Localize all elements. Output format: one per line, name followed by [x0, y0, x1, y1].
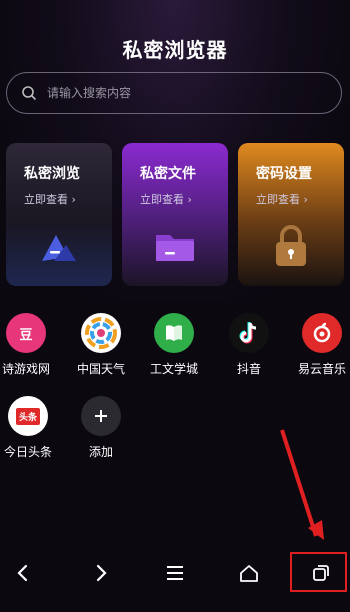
card-password-settings[interactable]: 密码设置 立即查看 ›: [238, 143, 344, 286]
card-link: 立即查看 ›: [24, 193, 76, 206]
shortcut-literature[interactable]: 工文学城: [134, 313, 214, 377]
add-icon: [81, 396, 121, 436]
home-icon: [240, 565, 258, 582]
highlight-box: [290, 552, 347, 592]
card-private-files[interactable]: 私密文件 立即查看 ›: [122, 143, 228, 286]
shortcut-douyin[interactable]: 抖音: [209, 313, 289, 377]
card-title: 密码设置: [256, 166, 312, 182]
shortcut-add[interactable]: 添加: [61, 396, 141, 460]
shortcut-weather[interactable]: 中国天气: [61, 313, 141, 377]
app-title: 私密浏览器: [112, 32, 232, 63]
book-icon: [154, 313, 194, 353]
home-button[interactable]: [234, 558, 264, 588]
shortcut-netease-music[interactable]: 易云音乐: [282, 313, 350, 377]
chevron-right-icon: [96, 564, 107, 582]
forward-button[interactable]: [86, 558, 116, 588]
weather-icon: [81, 313, 121, 353]
tiktok-icon: [229, 313, 269, 353]
menu-icon: [167, 566, 183, 580]
card-title: 私密文件: [140, 166, 196, 182]
folder-icon: [122, 221, 228, 271]
douban-icon: 豆: [6, 313, 46, 353]
toutiao-badge: 头条: [15, 407, 40, 425]
card-link: 立即查看 ›: [140, 193, 192, 206]
search-bar[interactable]: [6, 72, 342, 114]
toutiao-icon: 头条: [8, 396, 48, 436]
chevron-left-icon: [17, 564, 28, 582]
shortcut-label: 今日头条: [3, 445, 52, 459]
shortcut-label: 抖音: [236, 362, 261, 376]
card-title: 私密浏览: [24, 166, 80, 182]
shortcut-label: 添加: [88, 445, 113, 459]
shortcut-douban[interactable]: 豆 诗游戏网: [0, 313, 66, 377]
shortcut-label: 易云音乐: [297, 362, 346, 376]
search-icon: [22, 86, 36, 100]
shortcut-label: 工文学城: [149, 362, 198, 376]
lock-icon: [238, 221, 344, 271]
shortcut-label: 诗游戏网: [1, 362, 50, 376]
search-input[interactable]: [45, 85, 309, 101]
card-private-browsing[interactable]: 私密浏览 立即查看 ›: [6, 143, 112, 286]
shortcut-toutiao[interactable]: 头条 今日头条: [0, 396, 68, 460]
shortcut-label: 中国天气: [76, 362, 125, 376]
mountain-icon: [6, 221, 112, 271]
card-link: 立即查看 ›: [256, 193, 308, 206]
header: 私密浏览器: [0, 32, 350, 63]
menu-button[interactable]: [160, 558, 190, 588]
netease-music-icon: [302, 313, 342, 353]
back-button[interactable]: [8, 558, 38, 588]
